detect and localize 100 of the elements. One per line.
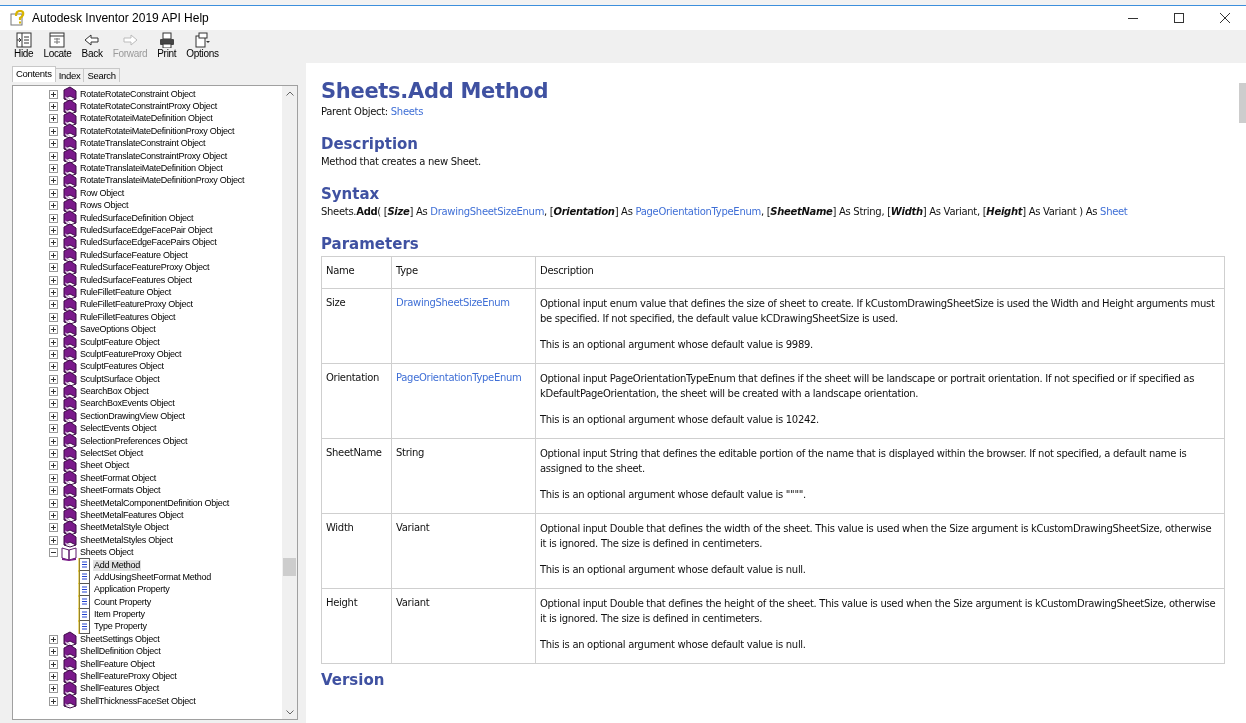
expand-icon[interactable] bbox=[49, 164, 58, 174]
tree-item[interactable]: RuledSurfaceDefinition Object bbox=[79, 212, 195, 224]
tree-item[interactable]: RuledSurfaceFeature Object bbox=[79, 249, 189, 261]
tree-item[interactable]: SelectEvents Object bbox=[79, 423, 158, 435]
expand-icon[interactable] bbox=[49, 387, 58, 397]
expand-icon[interactable] bbox=[49, 300, 58, 310]
tree-item[interactable]: SelectionPreferences Object bbox=[79, 435, 189, 447]
expand-icon[interactable] bbox=[49, 213, 58, 223]
tree-item[interactable]: RotateTranslateConstraint Object bbox=[79, 138, 207, 150]
hide-button[interactable]: Hide bbox=[10, 30, 38, 59]
expand-icon[interactable] bbox=[49, 151, 58, 161]
tree-item[interactable]: RuledSurfaceEdgeFacePairs Object bbox=[79, 237, 218, 249]
tree-item[interactable]: RotateRotateConstraintProxy Object bbox=[79, 101, 219, 113]
tree-item[interactable]: SculptFeatureProxy Object bbox=[79, 348, 183, 360]
tree-item[interactable]: RuledSurfaceFeatures Object bbox=[79, 274, 193, 286]
link[interactable]: PageOrientationTypeEnum bbox=[635, 206, 761, 217]
tree-item[interactable]: Sheets Object bbox=[79, 547, 135, 559]
expand-icon[interactable] bbox=[49, 424, 58, 434]
tree-item[interactable]: Item Property bbox=[93, 609, 146, 621]
expand-icon[interactable] bbox=[49, 510, 58, 520]
tree-item[interactable]: RuledSurfaceFeatureProxy Object bbox=[79, 262, 211, 274]
expand-icon[interactable] bbox=[49, 263, 58, 273]
expand-icon[interactable] bbox=[49, 523, 58, 533]
tree-item[interactable]: Count Property bbox=[93, 596, 153, 608]
expand-icon[interactable] bbox=[49, 176, 58, 186]
tree-item[interactable]: RotateRotateiMateDefinition Object bbox=[79, 113, 214, 125]
options-button[interactable]: Options bbox=[182, 30, 223, 59]
expand-icon[interactable] bbox=[49, 374, 58, 384]
tree-item[interactable]: Type Property bbox=[93, 621, 148, 633]
scroll-down-icon[interactable] bbox=[285, 710, 294, 715]
expand-icon[interactable] bbox=[49, 102, 58, 112]
link[interactable]: Sheet bbox=[1100, 206, 1128, 217]
close-icon[interactable] bbox=[1220, 13, 1230, 23]
tree-item[interactable]: SheetMetalFeatures Object bbox=[79, 509, 185, 521]
tree-item[interactable]: SectionDrawingView Object bbox=[79, 410, 186, 422]
expand-icon[interactable] bbox=[49, 684, 58, 694]
tree-item[interactable]: ShellFeature Object bbox=[79, 658, 156, 670]
tree-item[interactable]: SheetMetalComponentDefinition Object bbox=[79, 497, 231, 509]
expand-icon[interactable] bbox=[49, 250, 58, 260]
expand-icon[interactable] bbox=[49, 114, 58, 124]
expand-icon[interactable] bbox=[49, 201, 58, 211]
link[interactable]: DrawingSheetSizeEnum bbox=[396, 297, 510, 308]
tree-item[interactable]: RotateRotateConstraint Object bbox=[79, 88, 197, 100]
scroll-up-icon[interactable] bbox=[285, 91, 294, 96]
tab[interactable]: Contents bbox=[12, 66, 56, 82]
expand-icon[interactable] bbox=[49, 461, 58, 471]
expand-icon[interactable] bbox=[49, 659, 58, 669]
tree-item[interactable]: RotateTranslateiMateDefinition Object bbox=[79, 163, 224, 175]
expand-icon[interactable] bbox=[49, 349, 58, 359]
tree-item[interactable]: RotateRotateiMateDefinitionProxy Object bbox=[79, 125, 236, 137]
expand-icon[interactable] bbox=[49, 696, 58, 706]
expand-icon[interactable] bbox=[49, 647, 58, 657]
expand-icon[interactable] bbox=[49, 126, 58, 136]
tree-item[interactable]: Rows Object bbox=[79, 200, 130, 212]
expand-icon[interactable] bbox=[49, 337, 58, 347]
tab[interactable]: Index bbox=[54, 68, 85, 82]
expand-icon[interactable] bbox=[49, 449, 58, 458]
expand-icon[interactable] bbox=[49, 188, 58, 198]
expand-icon[interactable] bbox=[49, 473, 58, 483]
collapse-icon[interactable] bbox=[49, 548, 58, 558]
tab[interactable]: Search bbox=[83, 68, 120, 82]
tree-item[interactable]: RuleFilletFeature Object bbox=[79, 286, 173, 298]
tree-item[interactable]: AddUsingSheetFormat Method bbox=[93, 571, 213, 583]
tree-item[interactable]: ShellDefinition Object bbox=[79, 646, 162, 658]
tree-item[interactable]: Row Object bbox=[79, 187, 126, 199]
tree-item[interactable]: SelectSet Object bbox=[79, 448, 145, 459]
expand-icon[interactable] bbox=[49, 139, 58, 149]
expand-icon[interactable] bbox=[49, 411, 58, 421]
tree-item[interactable]: SculptFeatures Object bbox=[79, 361, 165, 373]
expand-icon[interactable] bbox=[49, 399, 58, 409]
tree-item[interactable]: SearchBox Object bbox=[79, 386, 150, 398]
expand-icon[interactable] bbox=[49, 436, 58, 446]
expand-icon[interactable] bbox=[49, 238, 58, 248]
tree-item[interactable]: RuledSurfaceEdgeFacePair Object bbox=[79, 225, 214, 236]
expand-icon[interactable] bbox=[49, 325, 58, 335]
link[interactable]: PageOrientationTypeEnum bbox=[396, 372, 522, 383]
tree-item[interactable]: Sheet Object bbox=[79, 460, 131, 472]
tree-item[interactable]: RuleFilletFeatures Object bbox=[79, 311, 177, 323]
expand-icon[interactable] bbox=[49, 486, 58, 496]
back-button[interactable]: Back bbox=[77, 30, 107, 59]
tree-item[interactable]: SculptFeature Object bbox=[79, 336, 161, 348]
locate-button[interactable]: Locate bbox=[39, 30, 76, 59]
tree-item[interactable]: Application Property bbox=[93, 584, 171, 596]
tree-item[interactable]: SheetMetalStyles Object bbox=[79, 534, 174, 546]
scroll-thumb[interactable] bbox=[283, 558, 296, 576]
expand-icon[interactable] bbox=[49, 498, 58, 508]
expand-icon[interactable] bbox=[49, 634, 58, 644]
tree-item[interactable]: RotateTranslateiMateDefinitionProxy Object bbox=[79, 175, 246, 187]
tree-item[interactable]: ShellThicknessFaceSet Object bbox=[79, 695, 197, 707]
tree-item[interactable]: RotateTranslateConstraintProxy Object bbox=[79, 150, 228, 162]
expand-icon[interactable] bbox=[49, 362, 58, 372]
expand-icon[interactable] bbox=[49, 287, 58, 297]
tree-item[interactable]: SearchBoxEvents Object bbox=[79, 398, 176, 410]
tree-item[interactable]: SaveOptions Object bbox=[79, 324, 157, 336]
expand-icon[interactable] bbox=[49, 535, 58, 545]
expand-icon[interactable] bbox=[49, 89, 58, 99]
maximize-icon[interactable] bbox=[1174, 13, 1184, 23]
tree-item[interactable]: SheetFormat Object bbox=[79, 472, 158, 484]
tree-item[interactable]: SculptSurface Object bbox=[79, 373, 161, 385]
expand-icon[interactable] bbox=[49, 312, 58, 322]
